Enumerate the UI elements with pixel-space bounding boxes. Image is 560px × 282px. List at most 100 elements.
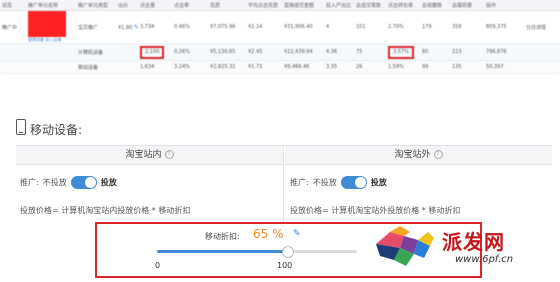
outside-promote-toggle[interactable] [340, 176, 367, 189]
empty-cell [26, 43, 76, 61]
empty-cell [26, 60, 76, 74]
cost-cell: ¥2,825.31 [208, 60, 246, 74]
roi-cell: 4 [324, 10, 354, 44]
on-label: 投放 [370, 178, 387, 187]
col-header[interactable]: 点击量 [138, 0, 172, 11]
impressions-cell: 50,397 [484, 60, 524, 74]
roi-cell: 4.36 [324, 43, 354, 61]
conv-cell: 2.70% [386, 10, 420, 44]
col-header[interactable]: 平均点击花费 [246, 0, 282, 11]
cpc-cell: ¥2.14 [246, 10, 282, 44]
table-row-main: 推广中 管理创意 进入店铺 宝贝推广 ¥1.80 ✎ 3,734 0.46% ¥… [0, 10, 560, 44]
carts-cell: 223 [450, 43, 484, 61]
col-header[interactable]: 总成交笔数 [354, 0, 386, 11]
outside-taobao-title: 淘宝站外 [394, 150, 431, 160]
inside-taobao-title: 淘宝站内 [125, 150, 162, 160]
unit-actions-link[interactable]: 管理创意 进入店铺 [28, 37, 74, 43]
inside-promote-row: 推广: 不投放 投放 [20, 176, 117, 189]
empty-cell [116, 60, 138, 74]
bull-logo-icon [376, 226, 434, 266]
col-header[interactable]: 花费 [208, 0, 246, 11]
col-header[interactable]: 状态 [0, 0, 26, 11]
off-label: 不投放 [42, 178, 67, 187]
cpc-cell: ¥2.45 [246, 43, 282, 61]
off-label: 不投放 [312, 178, 337, 187]
clicks-cell: 1,634 [138, 60, 172, 74]
orders-cell: 101 [354, 10, 386, 44]
ctr-cell: 0.26% [172, 43, 208, 61]
bid-cell: ¥1.80 ✎ [116, 10, 138, 44]
table-row-pc: 计算机设备 2,100 0.26% ¥5,130.65 ¥2.45 ¥22,43… [0, 43, 560, 61]
revenue-cell: ¥31,906.40 [282, 10, 324, 44]
discount-slider-fill [157, 250, 287, 253]
carts-cell: 358 [450, 10, 484, 44]
campaign-report-table: 状态 推广单元名称 推广单元类型 出价 点击量 点击率 花费 平均点击花费 直接… [0, 0, 560, 74]
col-header[interactable]: 总展现量 [450, 0, 484, 11]
revenue-cell: ¥22,439.94 [282, 43, 324, 61]
mobile-section-title: 移动设备: [30, 123, 83, 137]
col-header[interactable]: 出价 [116, 0, 138, 11]
inside-price-formula: 投放价格= 计算机淘宝站内投放价格 * 移动折扣 [20, 206, 191, 215]
highlighted-clicks: 2,100 [140, 45, 165, 59]
empty-cell [524, 43, 560, 61]
redacted-thumbnail [28, 11, 66, 37]
table-row-mobile: 移动设备 1,634 3.24% ¥2,825.31 ¥1.73 ¥9,466.… [0, 60, 560, 74]
edit-pencil-icon[interactable]: ✎ [134, 24, 138, 31]
cpc-cell: ¥1.73 [246, 60, 282, 74]
slider-min-label: 0 [155, 261, 161, 270]
table-header-row: 状态 推广单元名称 推广单元类型 出价 点击量 点击率 花费 平均点击花费 直接… [0, 0, 560, 11]
empty-cell [524, 60, 560, 74]
daily-detail-link[interactable]: 分日详情 [524, 10, 560, 44]
slider-max-label: 100 [277, 261, 293, 270]
col-header[interactable]: 投入产出比 [324, 0, 354, 11]
favorites-cell: 80 [420, 43, 450, 61]
col-header[interactable]: 点击率 [172, 0, 208, 11]
promote-label: 推广: [20, 178, 39, 187]
outside-taobao-header: 淘宝站外? [285, 146, 552, 165]
conv-cell: 3.57% [386, 43, 420, 61]
cost-cell: ¥7,075.96 [208, 10, 246, 44]
highlighted-conv-rate: 3.57% [388, 45, 414, 59]
col-header[interactable]: 点击转化率 [386, 0, 420, 11]
col-header[interactable]: 推广单元名称 [26, 0, 76, 11]
col-header[interactable]: 总收藏数 [420, 0, 450, 11]
impressions-cell: 796,876 [484, 43, 524, 61]
impressions-cell: 809,375 [484, 10, 524, 44]
device-label: 移动设备 [76, 60, 116, 74]
inside-taobao-header: 淘宝站内? [16, 146, 283, 165]
promote-label: 推广: [290, 178, 309, 187]
discount-slider-handle[interactable] [282, 246, 294, 258]
discount-label: 移动折扣: [205, 232, 240, 241]
revenue-cell: ¥9,466.46 [282, 60, 324, 74]
empty-cell [116, 43, 138, 61]
clicks-cell: 3,734 [138, 10, 172, 44]
device-label: 计算机设备 [76, 43, 116, 61]
status-cell: 推广中 [0, 10, 26, 44]
roi-cell: 3.35 [324, 60, 354, 74]
type-cell: 宝贝推广 [76, 10, 116, 44]
discount-slider-track[interactable] [157, 246, 357, 258]
empty-cell [0, 43, 26, 61]
edit-pencil-icon[interactable]: ✎ [293, 229, 301, 239]
outside-promote-row: 推广: 不投放 投放 [290, 176, 387, 189]
discount-value: 65 % [253, 227, 284, 241]
help-icon[interactable]: ? [433, 150, 443, 159]
ctr-cell: 0.46% [172, 10, 208, 44]
carts-cell: 135 [450, 60, 484, 74]
outside-price-formula: 投放价格= 计算机淘宝站外投放价格 * 移动折扣 [290, 206, 461, 215]
on-label: 投放 [100, 178, 117, 187]
campaign-report-table-wrap: 状态 推广单元名称 推广单元类型 出价 点击量 点击率 花费 平均点击花费 直接… [0, 0, 560, 94]
inside-promote-toggle[interactable] [70, 176, 97, 189]
col-header[interactable]: 直接成交金额 [282, 0, 324, 11]
orders-cell: 26 [354, 60, 386, 74]
col-header[interactable]: 操作 [484, 0, 524, 11]
bid-value: ¥1.80 [118, 24, 133, 31]
watermark-text: 派发网 [442, 230, 505, 254]
empty-cell [0, 60, 26, 74]
col-header[interactable]: 推广单元类型 [76, 0, 116, 11]
unit-name-cell: 管理创意 进入店铺 [26, 10, 76, 44]
favorites-cell: 99 [420, 60, 450, 74]
conv-cell: 1.59% [386, 60, 420, 74]
help-icon[interactable]: ? [164, 150, 174, 159]
col-header-empty [524, 0, 560, 11]
